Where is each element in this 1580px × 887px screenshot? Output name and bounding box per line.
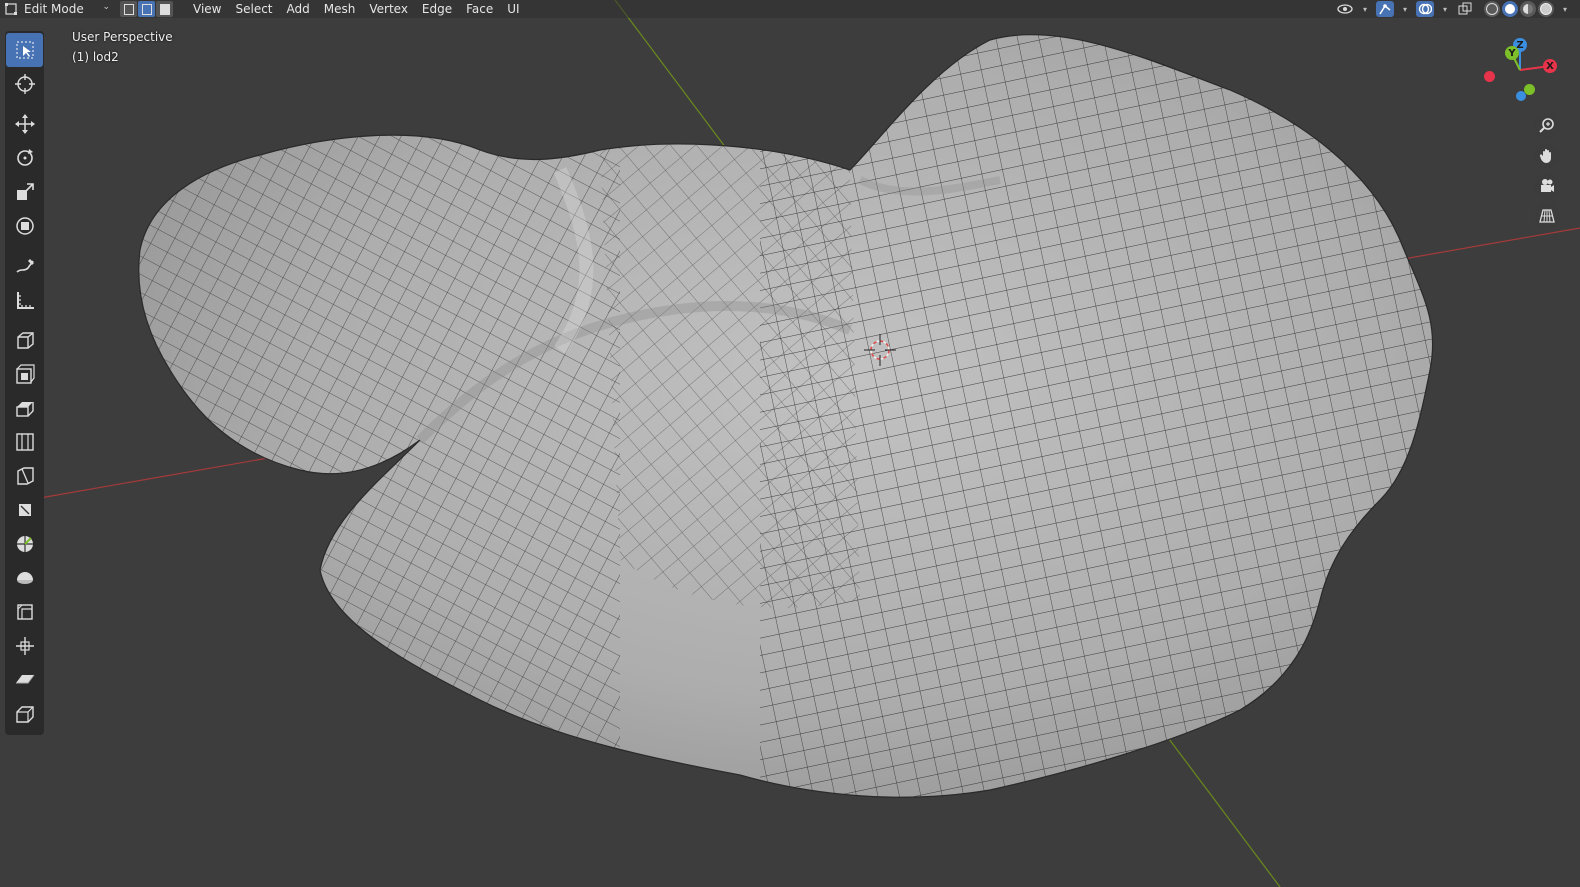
x-axis-icon[interactable]: X bbox=[1543, 59, 1557, 73]
y-axis-icon[interactable]: Y bbox=[1505, 46, 1519, 60]
spin-tool[interactable] bbox=[5, 561, 44, 595]
chevron-down-icon[interactable]: ▾ bbox=[1400, 1, 1410, 17]
header-right-controls: ▾ ▾ ▾ ▾ bbox=[1336, 0, 1570, 18]
neg-x-axis-icon[interactable] bbox=[1484, 71, 1495, 82]
select-box-icon bbox=[16, 41, 33, 59]
chevron-down-icon[interactable]: ▾ bbox=[1560, 1, 1570, 17]
menu-edge[interactable]: Edge bbox=[415, 0, 459, 18]
extrude-region-tool[interactable] bbox=[5, 357, 44, 391]
vertex-select-icon[interactable] bbox=[120, 1, 137, 17]
visibility-icon[interactable] bbox=[1336, 1, 1354, 17]
shading-mode-group bbox=[1484, 1, 1554, 17]
mode-dropdown[interactable]: Edit Mode ⌄ bbox=[4, 0, 114, 18]
menu-select[interactable]: Select bbox=[228, 0, 279, 18]
perspective-grid-icon[interactable] bbox=[1534, 203, 1560, 229]
rotate-icon bbox=[16, 149, 33, 166]
rip-icon bbox=[15, 706, 34, 723]
solid-shading-icon[interactable] bbox=[1502, 1, 1518, 17]
tool-shelf bbox=[5, 31, 44, 735]
overlay-icon[interactable] bbox=[1416, 1, 1434, 17]
zoom-icon[interactable] bbox=[1534, 113, 1560, 139]
object-name-label: (1) lod2 bbox=[72, 50, 119, 64]
scale-icon bbox=[16, 183, 34, 200]
edge-slide-icon bbox=[15, 637, 34, 655]
chevron-down-icon[interactable]: ▾ bbox=[1360, 1, 1370, 17]
loop-cut-icon bbox=[16, 467, 34, 485]
menu-add[interactable]: Add bbox=[280, 0, 317, 18]
cursor-tool[interactable] bbox=[5, 67, 44, 101]
pan-hand-icon[interactable] bbox=[1534, 143, 1560, 169]
menu-mesh[interactable]: Mesh bbox=[317, 0, 363, 18]
annotate-tool[interactable] bbox=[5, 249, 44, 283]
scale-tool[interactable] bbox=[5, 175, 44, 209]
mesh-object[interactable] bbox=[138, 0, 1434, 887]
select-mode-group bbox=[120, 1, 173, 17]
add-cube-tool[interactable] bbox=[5, 323, 44, 357]
wireframe-shading-icon[interactable] bbox=[1484, 1, 1500, 17]
menu-vertex[interactable]: Vertex bbox=[362, 0, 415, 18]
inset-faces-tool[interactable] bbox=[5, 391, 44, 425]
extrude-icon bbox=[15, 364, 35, 384]
chevron-down-icon[interactable]: ▾ bbox=[1440, 1, 1450, 17]
cursor-icon bbox=[14, 74, 35, 94]
edit-mode-icon bbox=[5, 3, 17, 15]
poly-build-icon bbox=[16, 536, 33, 552]
move-icon bbox=[14, 114, 35, 134]
add-cube-icon bbox=[16, 332, 34, 349]
view-name-label: User Perspective bbox=[72, 30, 173, 44]
face-select-icon[interactable] bbox=[156, 1, 173, 17]
poly-build-tool[interactable] bbox=[5, 527, 44, 561]
annotate-icon bbox=[15, 259, 34, 273]
neg-z-axis-icon[interactable] bbox=[1516, 91, 1526, 101]
smooth-icon bbox=[16, 604, 33, 620]
bevel-tool[interactable] bbox=[5, 425, 44, 459]
menu-view[interactable]: View bbox=[186, 0, 228, 18]
menu-face[interactable]: Face bbox=[459, 0, 500, 18]
measure-tool[interactable] bbox=[5, 283, 44, 317]
menu-uv[interactable]: UI bbox=[500, 0, 526, 18]
loop-cut-tool[interactable] bbox=[5, 459, 44, 493]
rendered-shading-icon[interactable] bbox=[1538, 1, 1554, 17]
chevron-down-icon: ⌄ bbox=[102, 2, 110, 12]
measure-icon bbox=[16, 292, 34, 309]
transform-icon bbox=[15, 217, 34, 235]
knife-tool[interactable] bbox=[5, 493, 44, 527]
move-tool[interactable] bbox=[5, 107, 44, 141]
knife-icon bbox=[18, 504, 31, 516]
edge-slide-tool[interactable] bbox=[5, 629, 44, 663]
viewport-header: Edit Mode ⌄ View Select Add Mesh Vertex … bbox=[0, 0, 1580, 18]
mode-label: Edit Mode bbox=[24, 2, 84, 16]
gizmo-icon[interactable] bbox=[1376, 1, 1394, 17]
rip-region-tool[interactable] bbox=[5, 697, 44, 731]
3d-viewport[interactable] bbox=[0, 0, 1580, 887]
navigation-gizmo[interactable]: Z X Y bbox=[1480, 32, 1560, 112]
edge-select-icon[interactable] bbox=[138, 1, 155, 17]
smooth-tool[interactable] bbox=[5, 595, 44, 629]
camera-icon[interactable] bbox=[1534, 173, 1560, 199]
transform-tool[interactable] bbox=[5, 209, 44, 243]
select-box-tool[interactable] bbox=[6, 33, 43, 67]
rotate-tool[interactable] bbox=[5, 141, 44, 175]
material-shading-icon[interactable] bbox=[1520, 1, 1536, 17]
spin-icon bbox=[16, 572, 33, 584]
bevel-icon bbox=[15, 433, 34, 451]
shrink-fatten-icon bbox=[15, 674, 34, 684]
header-menus: View Select Add Mesh Vertex Edge Face UI bbox=[186, 0, 527, 18]
inset-icon bbox=[15, 402, 34, 417]
shrink-fatten-tool[interactable] bbox=[5, 663, 44, 697]
xray-icon[interactable] bbox=[1456, 1, 1474, 17]
